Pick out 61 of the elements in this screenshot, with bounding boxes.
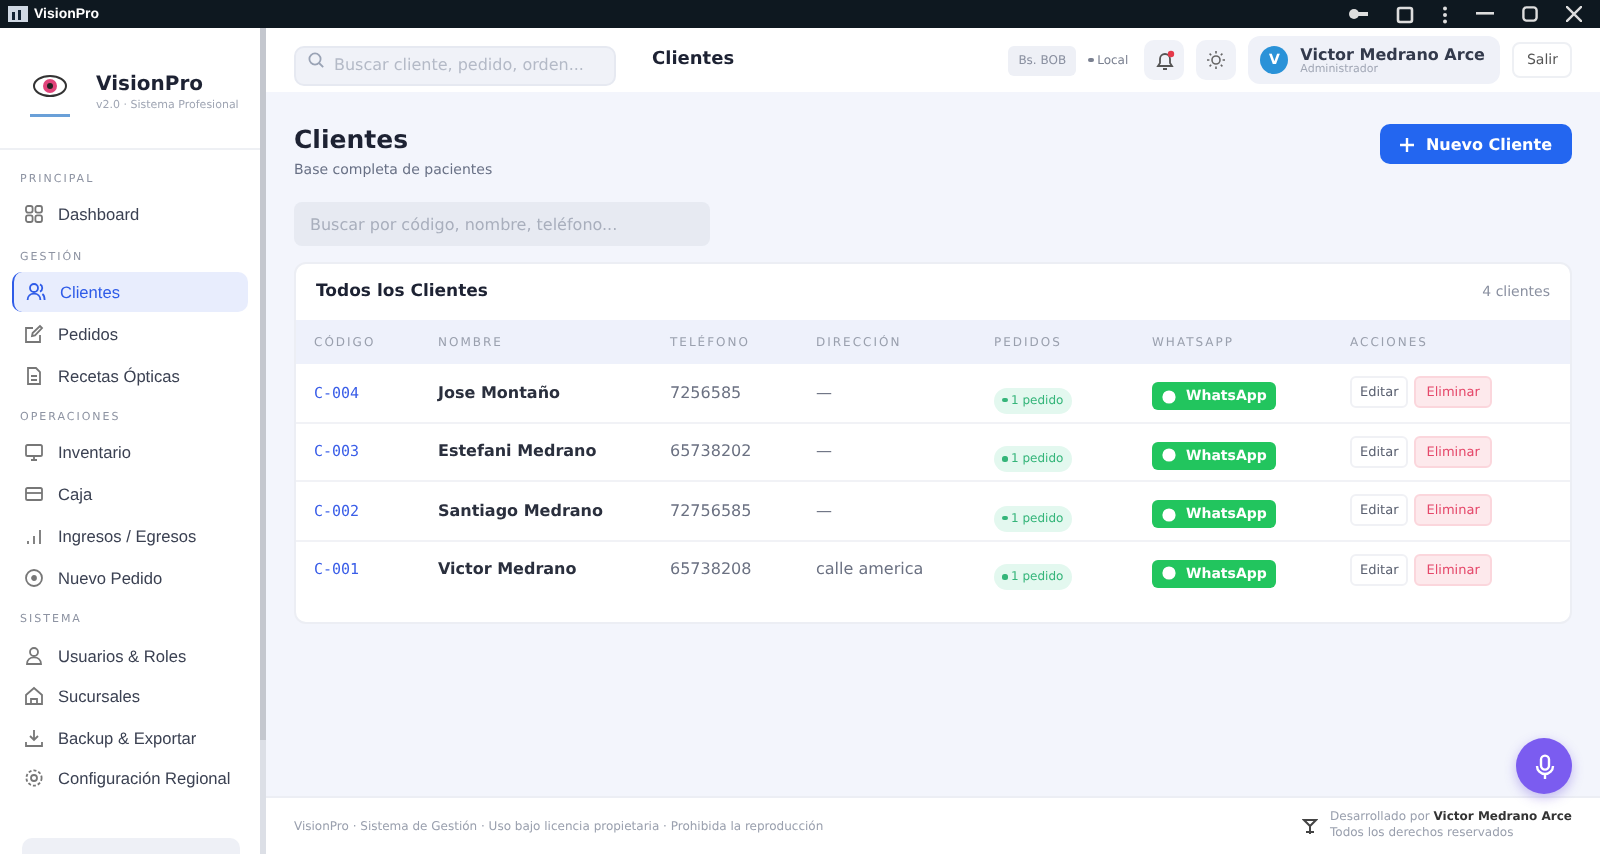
brand-name: VisionPro: [96, 73, 205, 95]
file-icon: [24, 365, 44, 386]
key-icon[interactable]: [1348, 6, 1368, 22]
plus-circle-icon: [24, 567, 44, 588]
client-name: Santiago Medrano: [438, 501, 605, 520]
notification-button[interactable]: [1144, 40, 1185, 80]
sun-icon: [1206, 50, 1227, 70]
search-field[interactable]: Buscar cliente, pedido, orden...: [294, 45, 616, 85]
nav-item[interactable]: Nuevo Pedido: [12, 557, 248, 599]
maximize-icon[interactable]: [1522, 6, 1538, 22]
nav-item[interactable]: Inventario: [12, 432, 248, 474]
theme-button[interactable]: [1196, 40, 1237, 80]
card-icon: [24, 484, 44, 505]
nav-item[interactable]: Usuarios & Roles: [12, 634, 248, 676]
filter-field[interactable]: Buscar por código, nombre, teléfono...: [294, 202, 710, 246]
client-address: —: [816, 501, 834, 520]
microphone-icon: [1533, 753, 1555, 779]
client-phone: 72756585: [670, 501, 754, 520]
nav-item[interactable]: Configuración Regional: [12, 759, 248, 796]
status-dot-icon: [1088, 57, 1094, 63]
plus-icon: [1399, 137, 1414, 151]
user-icon: [24, 645, 44, 666]
download-icon: [24, 728, 44, 749]
client-phone: 7256585: [670, 383, 744, 402]
gear-icon: [24, 767, 44, 788]
nav-item[interactable]: Caja: [12, 473, 248, 515]
nav-item[interactable]: Pedidos: [12, 313, 248, 355]
voice-button[interactable]: [1516, 738, 1572, 794]
page-heading: Clientes: [294, 124, 411, 154]
more-icon[interactable]: [1442, 5, 1448, 23]
grid-icon: [24, 204, 44, 225]
bars-icon: [24, 526, 44, 547]
close-icon[interactable]: [1566, 6, 1582, 22]
minimize-icon[interactable]: [1476, 12, 1494, 16]
client-address: —: [816, 442, 834, 461]
app-icon: [8, 6, 28, 22]
extension-icon[interactable]: [1396, 5, 1414, 23]
nav-item[interactable]: Recetas Ópticas: [12, 354, 248, 396]
users-icon: [26, 282, 46, 303]
monitor-icon: [24, 442, 44, 463]
nav-item[interactable]: Ingresos / Egresos: [12, 515, 248, 557]
client-phone: 65738202: [670, 442, 754, 461]
client-address: —: [816, 383, 834, 402]
table-title: Todos los Clientes: [316, 282, 488, 302]
client-phone: 65738208: [670, 560, 754, 579]
client-name: Jose Montaño: [438, 383, 563, 402]
nav-item[interactable]: Clientes: [12, 271, 248, 313]
edit-icon: [24, 323, 44, 344]
client-name: Victor Medrano: [438, 560, 579, 579]
nav-item[interactable]: Backup & Exportar: [12, 717, 248, 759]
new-client-button[interactable]: Nuevo Cliente: [1379, 124, 1572, 164]
scrollbar[interactable]: [260, 28, 266, 740]
client-name: Estefani Medrano: [438, 442, 599, 461]
user-name: Victor Medrano Arce: [1300, 45, 1485, 63]
nav-item[interactable]: Sucursales: [12, 676, 248, 718]
bell-icon: [1153, 49, 1176, 71]
home-icon: [24, 686, 44, 707]
nav-item[interactable]: Dashboard: [12, 194, 248, 235]
search-icon: [308, 52, 324, 68]
page-title: Clientes: [652, 50, 735, 70]
client-address: calle america: [816, 560, 926, 579]
